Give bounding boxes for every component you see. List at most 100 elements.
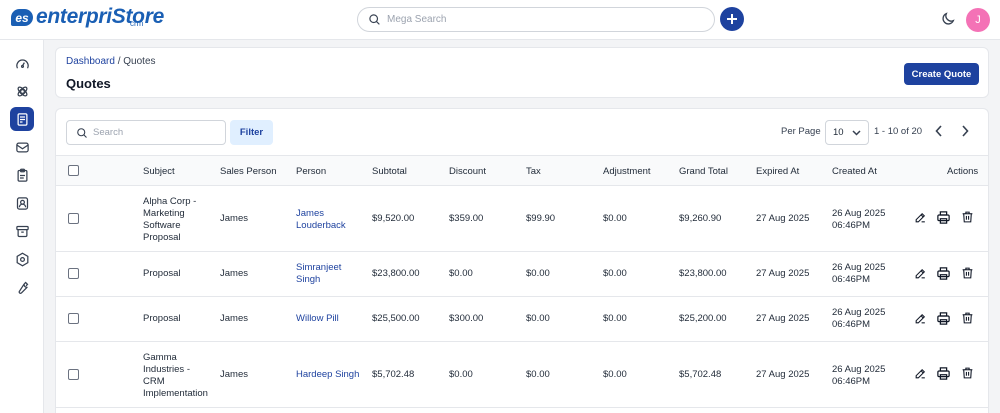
created-date: 26 Aug 2025 <box>832 262 886 273</box>
leads-icon <box>17 86 27 96</box>
row-checkbox[interactable] <box>68 313 79 324</box>
table-row[interactable]: Proposal James Simranjeet Singh $23,800.… <box>56 252 988 297</box>
create-quote-button[interactable]: Create Quote <box>904 63 979 85</box>
delete-button[interactable] <box>961 311 974 330</box>
sidebar-item-contacts[interactable] <box>10 191 34 215</box>
quotes-table-card: Filter Per Page 10 1 - 10 of 20 Subject … <box>55 108 989 413</box>
subject-line: Software <box>143 220 181 231</box>
delete-button[interactable] <box>961 266 974 285</box>
column-header-created-at[interactable]: Created At <box>832 166 877 177</box>
per-page-label: Per Page <box>781 126 821 137</box>
edit-button[interactable] <box>914 211 927 229</box>
cell-expired-at: 27 Aug 2025 <box>756 369 810 380</box>
delete-button[interactable] <box>961 366 974 385</box>
table-header-row: Subject Sales Person Person Subtotal Dis… <box>56 155 988 186</box>
select-all-checkbox[interactable] <box>68 165 79 176</box>
edit-button[interactable] <box>914 367 927 385</box>
column-header-sales-person[interactable]: Sales Person <box>220 166 277 177</box>
cell-subject: Proposal <box>143 313 181 325</box>
column-header-person[interactable]: Person <box>296 166 326 177</box>
top-bar: es enterpriStore crm J <box>0 0 1000 40</box>
sidebar-item-products[interactable] <box>10 219 34 243</box>
page-header: Dashboard / Quotes Quotes Create Quote <box>55 47 989 98</box>
mega-search-input[interactable] <box>387 14 687 25</box>
print-button[interactable] <box>936 210 951 230</box>
created-time: 06:46PM <box>832 376 871 387</box>
cell-person-link[interactable]: James Louderback <box>296 208 346 232</box>
sidebar-item-leads[interactable] <box>10 79 34 103</box>
sidebar-item-activities[interactable] <box>10 163 34 187</box>
next-page-button[interactable] <box>960 124 970 143</box>
table-search[interactable] <box>66 120 226 145</box>
trash-icon <box>962 312 973 324</box>
breadcrumb-current: Quotes <box>123 56 156 67</box>
print-button[interactable] <box>936 266 951 286</box>
table-row[interactable]: Alpha Corp - Marketing Software Proposal… <box>56 186 988 252</box>
cell-person-link[interactable]: Hardeep Singh <box>296 369 359 381</box>
delete-button[interactable] <box>961 210 974 229</box>
column-header-subtotal[interactable]: Subtotal <box>372 166 407 177</box>
breadcrumb: Dashboard / Quotes <box>66 56 156 67</box>
mail-icon <box>15 142 29 152</box>
cell-subject: Proposal <box>143 268 181 280</box>
cell-sales-person: James <box>220 268 248 279</box>
moon-icon <box>942 12 955 25</box>
cell-adjustment: $0.00 <box>603 268 627 279</box>
page-title: Quotes <box>66 76 111 91</box>
cell-subject: Alpha Corp - Marketing Software Proposal <box>143 196 196 244</box>
cell-created-at: 26 Aug 2025 06:46PM <box>832 262 885 286</box>
table-search-input[interactable] <box>93 127 213 138</box>
mega-search[interactable] <box>357 7 715 32</box>
table-row[interactable]: Proposal James Willow Pill $25,500.00 $3… <box>56 297 988 342</box>
quick-create-button[interactable] <box>720 7 744 31</box>
cell-expired-at: 27 Aug 2025 <box>756 213 810 224</box>
breadcrumb-separator: / <box>114 56 124 67</box>
previous-page-button[interactable] <box>934 124 944 143</box>
breadcrumb-dashboard-link[interactable]: Dashboard <box>66 56 115 67</box>
cell-subtotal: $5,702.48 <box>372 369 415 380</box>
row-checkbox[interactable] <box>68 268 79 279</box>
person-line: Simranjeet <box>296 262 342 273</box>
subject-line: CRM <box>143 376 165 387</box>
person-line: Hardeep Singh <box>296 369 360 380</box>
table-row[interactable]: Gamma Industries - CRM Implementation Ja… <box>56 342 988 408</box>
cell-grand-total: $9,260.90 <box>679 213 722 224</box>
column-header-tax[interactable]: Tax <box>526 166 541 177</box>
sidebar-item-settings[interactable] <box>10 247 34 271</box>
printer-icon <box>937 367 950 380</box>
cell-person-link[interactable]: Willow Pill <box>296 313 339 325</box>
column-header-adjustment[interactable]: Adjustment <box>603 166 651 177</box>
subject-line: Marketing <box>143 208 185 219</box>
column-header-grand-total[interactable]: Grand Total <box>679 166 728 177</box>
cell-person-link[interactable]: Simranjeet Singh <box>296 262 341 286</box>
print-button[interactable] <box>936 311 951 331</box>
row-checkbox[interactable] <box>68 369 79 380</box>
edit-button[interactable] <box>914 267 927 285</box>
sidebar-item-dashboard[interactable] <box>10 52 34 76</box>
pencil-icon <box>915 268 926 279</box>
printer-icon <box>937 312 950 325</box>
logo-text: enterpriStore <box>36 5 164 28</box>
per-page-select[interactable]: 10 <box>825 120 869 145</box>
subject-line: Proposal <box>143 313 181 324</box>
sidebar-item-configuration[interactable] <box>10 275 34 299</box>
column-header-discount[interactable]: Discount <box>449 166 486 177</box>
cell-grand-total: $23,800.00 <box>679 268 727 279</box>
filter-button[interactable]: Filter <box>230 120 273 145</box>
column-header-expired-at[interactable]: Expired At <box>756 166 799 177</box>
cell-adjustment: $0.00 <box>603 369 627 380</box>
cell-discount: $359.00 <box>449 213 484 224</box>
user-avatar[interactable]: J <box>966 8 990 32</box>
sidebar-item-mail[interactable] <box>10 135 34 159</box>
column-header-subject[interactable]: Subject <box>143 166 175 177</box>
cell-expired-at: 27 Aug 2025 <box>756 268 810 279</box>
dark-mode-toggle[interactable] <box>940 11 956 32</box>
pencil-icon <box>915 212 926 223</box>
contacts-icon <box>16 196 28 210</box>
cell-adjustment: $0.00 <box>603 313 627 324</box>
print-button[interactable] <box>936 366 951 386</box>
created-date: 26 Aug 2025 <box>832 208 886 219</box>
row-checkbox[interactable] <box>68 213 79 224</box>
sidebar-item-quotes[interactable] <box>10 107 34 131</box>
edit-button[interactable] <box>914 312 927 330</box>
